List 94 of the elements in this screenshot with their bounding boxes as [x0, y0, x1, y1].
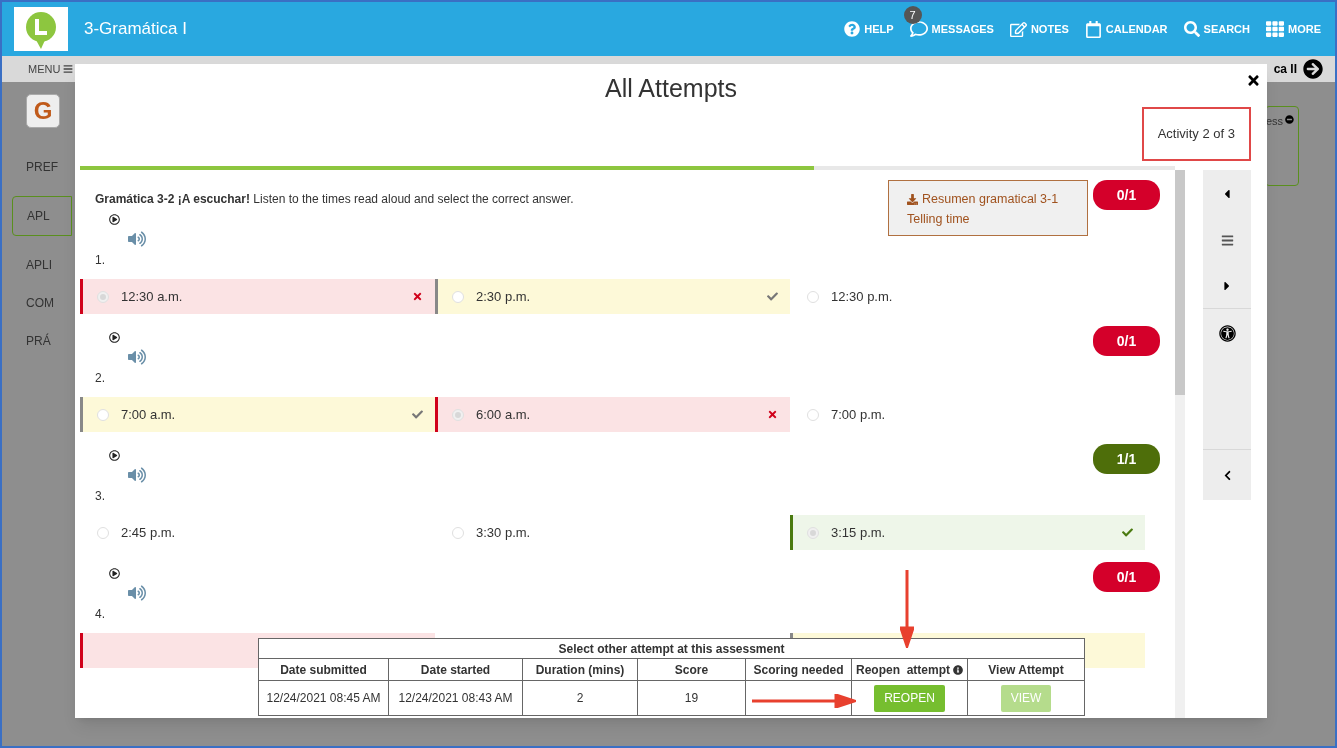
answer-option[interactable]: 12:30 p.m.: [790, 279, 1145, 314]
radio-button[interactable]: [452, 408, 464, 421]
nav-link[interactable]: MORE: [1266, 20, 1321, 38]
score-badge: 0/1: [1093, 562, 1160, 592]
calendar-icon: [1084, 20, 1102, 38]
speaker-icon[interactable]: [127, 585, 147, 601]
card-text: ess: [1266, 114, 1284, 129]
message-count-badge: 7: [903, 6, 922, 24]
option-text: 12:30 p.m.: [831, 287, 893, 306]
table-cell: 2: [522, 680, 638, 716]
column-header: Duration (mins): [522, 658, 638, 681]
score-badge: 0/1: [1093, 180, 1160, 210]
table-cell: 12/24/2021 08:45 AM: [258, 680, 389, 716]
column-header: Date submitted: [258, 658, 389, 681]
radio-button[interactable]: [807, 408, 819, 421]
option-text: 12:30 a.m.: [121, 287, 183, 306]
search-icon: [1183, 21, 1200, 37]
answer-option[interactable]: 3:30 p.m.: [435, 515, 790, 550]
hamburger-icon: [63, 64, 74, 74]
nav-link[interactable]: CALENDAR: [1084, 20, 1168, 38]
check-icon: [412, 409, 423, 420]
table-cell: 19: [637, 680, 746, 716]
radio-button[interactable]: [452, 290, 464, 303]
question-number: 3.: [95, 488, 106, 505]
radio-button[interactable]: [807, 526, 819, 539]
speaker-icon[interactable]: [127, 467, 147, 483]
nav-link[interactable]: HELP: [844, 20, 894, 38]
grid-icon: [1266, 20, 1284, 38]
answer-option[interactable]: 6:00 a.m.: [435, 397, 790, 432]
menu-button[interactable]: MENU: [28, 60, 74, 78]
help-icon: [844, 21, 861, 37]
score-badge: 1/1: [1093, 444, 1160, 474]
dialog-title: All Attempts: [605, 73, 737, 104]
accessibility-icon: [1218, 324, 1236, 342]
check-icon: [1122, 527, 1133, 538]
course-title: 3-Gramática I: [84, 18, 187, 41]
play-icon[interactable]: [109, 568, 120, 579]
radio-button[interactable]: [97, 290, 109, 303]
table-cell: 12/24/2021 08:43 AM: [388, 680, 523, 716]
download-icon: [907, 193, 918, 205]
answer-option[interactable]: 3:15 p.m.: [790, 515, 1145, 550]
check-icon: [767, 291, 778, 302]
next-lesson-link[interactable]: ca II: [1273, 59, 1323, 79]
activity-counter: Activity 2 of 3: [1141, 107, 1251, 161]
app-logo: [14, 7, 68, 51]
nav-link[interactable]: NOTES: [1009, 20, 1069, 38]
answer-option[interactable]: 2:45 p.m.: [80, 515, 435, 550]
answer-option[interactable]: 12:30 a.m.: [80, 279, 435, 314]
play-icon[interactable]: [109, 450, 120, 461]
play-icon[interactable]: [109, 214, 120, 225]
speaker-icon[interactable]: [127, 231, 147, 247]
sidebar-item[interactable]: COM: [26, 294, 72, 312]
play-icon[interactable]: [109, 332, 120, 343]
instructions-text: Gramática 3-2 ¡A escuchar! Listen to the times read aloud and select the correct answer.: [95, 191, 574, 208]
info-icon: [953, 664, 963, 675]
reopen-button[interactable]: REOPEN: [874, 684, 945, 712]
option-text: 6:00 a.m.: [476, 405, 531, 424]
column-header: Score: [637, 658, 746, 681]
question-number: 2.: [95, 370, 106, 387]
option-text: 2:45 p.m.: [121, 523, 176, 542]
radio-button[interactable]: [97, 526, 109, 539]
nav-link[interactable]: SEARCH: [1183, 20, 1250, 38]
option-text: 7:00 a.m.: [121, 405, 176, 424]
answer-option[interactable]: 7:00 a.m.: [80, 397, 435, 432]
option-text: 7:00 p.m.: [831, 405, 886, 424]
radio-button[interactable]: [452, 526, 464, 539]
sidebar-item[interactable]: APL: [12, 196, 72, 236]
cross-icon: [767, 409, 778, 420]
option-text: 3:15 p.m.: [831, 523, 886, 542]
question-number: 1.: [95, 252, 106, 269]
speaker-icon[interactable]: [127, 349, 147, 365]
column-header: Scoring needed: [745, 658, 852, 681]
cross-icon: [412, 291, 423, 302]
answer-option[interactable]: 7:00 p.m.: [790, 397, 1145, 432]
sidebar-item[interactable]: PREF: [26, 158, 72, 176]
column-header: Reopen attempt: [851, 658, 968, 681]
question-number: 4.: [95, 606, 106, 623]
resource-download-link[interactable]: Resumen gramatical 3-1 Telling time: [888, 180, 1088, 236]
table-caption: Select other attempt at this assessment: [258, 638, 1085, 659]
tile-letter: G: [33, 96, 53, 126]
option-text: 3:30 p.m.: [476, 523, 531, 542]
radio-button[interactable]: [807, 290, 819, 303]
score-badge: 0/1: [1093, 326, 1160, 356]
pencil-note-icon: [1009, 20, 1027, 38]
radio-button[interactable]: [97, 408, 109, 421]
column-header: Date started: [388, 658, 523, 681]
sidebar-item[interactable]: PRÁ: [26, 332, 72, 350]
answer-option[interactable]: 2:30 p.m.: [435, 279, 790, 314]
list-icon: [1220, 233, 1234, 247]
option-text: 2:30 p.m.: [476, 287, 531, 306]
sidebar-item[interactable]: APLI: [26, 256, 72, 274]
column-header: View Attempt: [967, 658, 1085, 681]
arrow-right-icon: [1303, 59, 1323, 79]
scrollbar[interactable]: [1175, 170, 1185, 718]
